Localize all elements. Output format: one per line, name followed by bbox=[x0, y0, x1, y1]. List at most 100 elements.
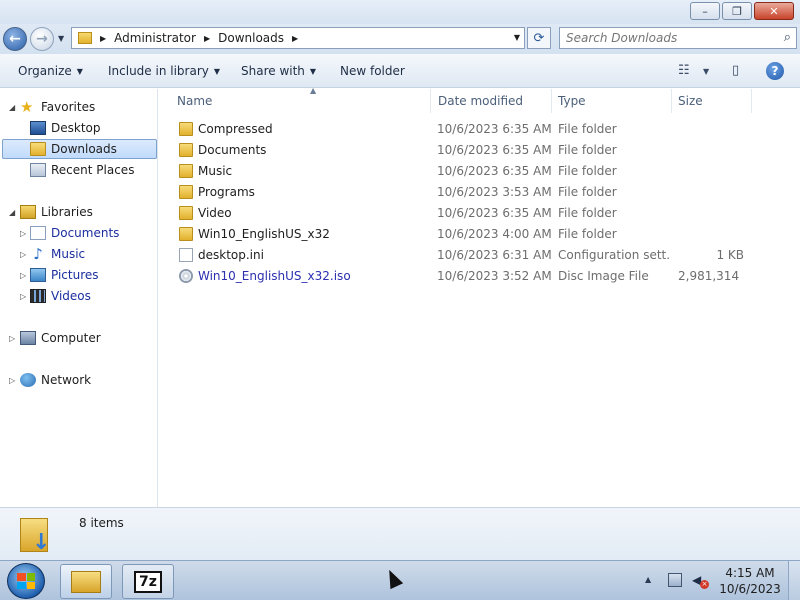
nav-computer[interactable]: Computer bbox=[20, 328, 101, 348]
expand-music-icon[interactable]: ▷ bbox=[20, 250, 26, 259]
change-view-icon[interactable]: ☷ bbox=[678, 63, 690, 78]
share-with-button[interactable]: Share with ▼ bbox=[241, 64, 316, 78]
file-row-win10-iso[interactable]: Win10_EnglishUS_x32.iso 10/6/2023 3:52 A… bbox=[159, 266, 800, 287]
minimize-button[interactable]: – bbox=[690, 2, 720, 20]
nav-recent-places[interactable]: Recent Places bbox=[30, 160, 134, 180]
nav-libraries-label: Libraries bbox=[41, 205, 93, 219]
file-size: 2,981,314 KB bbox=[678, 269, 744, 283]
file-row-win10-folder[interactable]: Win10_EnglishUS_x32 10/6/2023 4:00 AM Fi… bbox=[159, 224, 800, 245]
show-desktop-button[interactable] bbox=[788, 561, 800, 600]
expand-favorites-icon[interactable]: ◢ bbox=[9, 103, 15, 112]
folder-icon bbox=[179, 185, 193, 199]
column-header-date-modified[interactable]: Date modified bbox=[432, 89, 552, 113]
show-hidden-icons-icon[interactable]: ▲ bbox=[645, 575, 651, 584]
organize-label: Organize bbox=[18, 64, 72, 78]
libraries-icon bbox=[20, 205, 36, 219]
sort-ascending-icon: ▲ bbox=[310, 86, 317, 95]
file-list: Name ▲ Date modified Type Size Compresse… bbox=[159, 86, 800, 507]
column-header-name[interactable]: Name ▲ bbox=[171, 86, 431, 113]
recent-places-icon bbox=[30, 163, 46, 177]
expand-videos-icon[interactable]: ▷ bbox=[20, 292, 26, 301]
breadcrumb-administrator[interactable]: Administrator bbox=[114, 31, 196, 45]
file-row-programs[interactable]: Programs 10/6/2023 3:53 AM File folder bbox=[159, 182, 800, 203]
folder-icon bbox=[179, 206, 193, 220]
search-input[interactable] bbox=[566, 31, 766, 45]
downloads-folder-icon bbox=[30, 142, 46, 156]
column-header-size-label: Size bbox=[678, 94, 703, 108]
expand-documents-icon[interactable]: ▷ bbox=[20, 229, 26, 238]
folder-icon bbox=[179, 122, 193, 136]
clock-time: 4:15 AM bbox=[725, 566, 775, 580]
file-date: 10/6/2023 6:35 AM bbox=[437, 143, 552, 157]
recent-pages-dropdown[interactable]: ▼ bbox=[58, 34, 64, 43]
network-tray-icon[interactable] bbox=[668, 573, 682, 587]
nav-libraries[interactable]: Libraries bbox=[20, 202, 93, 222]
address-bar[interactable]: ▶ Administrator ▶ Downloads ▶ ▼ bbox=[71, 27, 525, 49]
file-name: Win10_EnglishUS_x32.iso bbox=[198, 269, 351, 283]
forward-button[interactable]: → bbox=[30, 27, 54, 51]
preview-pane-icon[interactable]: ▯ bbox=[732, 63, 739, 78]
breadcrumb-downloads[interactable]: Downloads bbox=[218, 31, 284, 45]
view-options-dropdown[interactable]: ▼ bbox=[703, 67, 709, 76]
nav-documents[interactable]: Documents bbox=[30, 223, 119, 243]
maximize-button[interactable]: ❐ bbox=[722, 2, 752, 20]
videos-film-icon bbox=[30, 289, 46, 303]
explorer-folder-icon bbox=[71, 570, 101, 593]
back-button[interactable]: ← bbox=[3, 27, 27, 51]
file-name: Programs bbox=[198, 185, 255, 199]
file-row-compressed[interactable]: Compressed 10/6/2023 6:35 AM File folder bbox=[159, 119, 800, 140]
taskbar-explorer[interactable] bbox=[60, 564, 112, 599]
organize-button[interactable]: Organize ▼ bbox=[18, 64, 83, 78]
details-pane: ↓ 8 items bbox=[0, 507, 800, 560]
file-row-documents[interactable]: Documents 10/6/2023 6:35 AM File folder bbox=[159, 140, 800, 161]
new-folder-button[interactable]: New folder bbox=[340, 64, 405, 78]
column-header-type[interactable]: Type bbox=[552, 89, 672, 113]
file-row-video[interactable]: Video 10/6/2023 6:35 AM File folder bbox=[159, 203, 800, 224]
file-type: File folder bbox=[558, 227, 617, 241]
file-date: 10/6/2023 3:52 AM bbox=[437, 269, 552, 283]
download-arrow-icon: ↓ bbox=[32, 530, 51, 555]
folder-icon bbox=[179, 143, 193, 157]
network-globe-icon bbox=[20, 373, 36, 387]
include-in-library-button[interactable]: Include in library ▼ bbox=[108, 64, 220, 78]
close-button[interactable]: ✕ bbox=[754, 2, 794, 20]
search-box[interactable]: ⌕ bbox=[559, 27, 797, 49]
column-header-size[interactable]: Size bbox=[672, 89, 752, 113]
sevenzip-icon: 7z bbox=[134, 570, 162, 593]
file-type: File folder bbox=[558, 143, 617, 157]
column-header-type-label: Type bbox=[558, 94, 586, 108]
nav-desktop[interactable]: Desktop bbox=[30, 118, 101, 138]
expand-computer-icon[interactable]: ▷ bbox=[9, 334, 15, 343]
file-row-desktop-ini[interactable]: desktop.ini 10/6/2023 6:31 AM Configurat… bbox=[159, 245, 800, 266]
file-type: File folder bbox=[558, 164, 617, 178]
help-icon[interactable]: ? bbox=[766, 62, 784, 80]
refresh-button[interactable]: ⟳ bbox=[527, 27, 551, 49]
file-name: Video bbox=[198, 206, 232, 220]
star-icon: ★ bbox=[20, 98, 34, 116]
address-history-dropdown[interactable]: ▼ bbox=[514, 33, 520, 42]
folder-icon bbox=[179, 227, 193, 241]
system-clock[interactable]: 4:15 AM 10/6/2023 bbox=[717, 565, 783, 597]
expand-pictures-icon[interactable]: ▷ bbox=[20, 271, 26, 280]
nav-music[interactable]: ♪ Music bbox=[30, 244, 85, 264]
expand-libraries-icon[interactable]: ◢ bbox=[9, 208, 15, 217]
command-bar: Organize ▼ Include in library ▼ Share with… bbox=[0, 54, 800, 88]
nav-favorites[interactable]: ★ Favorites bbox=[20, 97, 95, 117]
nav-videos[interactable]: Videos bbox=[30, 286, 91, 306]
file-name: Win10_EnglishUS_x32 bbox=[198, 227, 330, 241]
breadcrumb-chevron-icon[interactable]: ▶ bbox=[204, 34, 210, 43]
file-row-music[interactable]: Music 10/6/2023 6:35 AM File folder bbox=[159, 161, 800, 182]
search-icon[interactable]: ⌕ bbox=[784, 30, 791, 45]
nav-network-label: Network bbox=[41, 373, 92, 387]
taskbar-7zip[interactable]: 7z bbox=[122, 564, 174, 599]
nav-network[interactable]: Network bbox=[20, 370, 91, 390]
nav-videos-label: Videos bbox=[51, 289, 91, 303]
breadcrumb-chevron-icon[interactable]: ▶ bbox=[100, 34, 106, 43]
address-folder-icon bbox=[78, 32, 92, 44]
nav-downloads[interactable]: Downloads bbox=[2, 139, 157, 159]
breadcrumb-chevron-icon[interactable]: ▶ bbox=[292, 34, 298, 43]
expand-network-icon[interactable]: ▷ bbox=[9, 376, 15, 385]
nav-pictures-label: Pictures bbox=[51, 268, 99, 282]
start-button[interactable] bbox=[7, 563, 45, 599]
nav-pictures[interactable]: Pictures bbox=[30, 265, 99, 285]
